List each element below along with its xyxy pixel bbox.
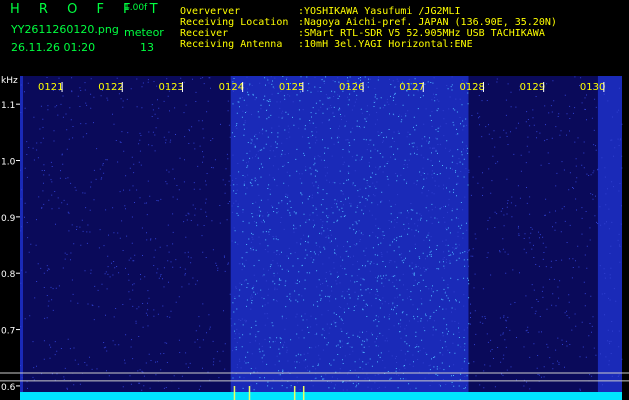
meteor-spike bbox=[248, 386, 251, 400]
info-location: Receiving Location:Nagoya Aichi-pref. JA… bbox=[180, 17, 557, 28]
mode-label: meteor bbox=[124, 26, 164, 39]
info-receiver: Receiver:SMart RTL-SDR V5 52.905MHz USB … bbox=[180, 28, 545, 39]
y-tick-label: 1.0 bbox=[1, 158, 16, 168]
header: H R O F F T 1.00f YY2611260120.png meteo… bbox=[0, 0, 629, 76]
bright-noise-region bbox=[20, 76, 24, 400]
datetime: 26.11.26 01:20 bbox=[11, 41, 96, 54]
x-tick-label: 0124 bbox=[219, 82, 244, 93]
x-tick-label: 0128 bbox=[459, 82, 484, 93]
y-tick-label: 1.1 bbox=[1, 101, 15, 111]
image-filename: YY2611260120.png bbox=[11, 23, 119, 36]
x-tick-label: 0130 bbox=[580, 82, 605, 93]
meteor-spike bbox=[302, 386, 305, 400]
info-antenna: Receiving Antenna:10mH 3el.YAGI Horizont… bbox=[180, 39, 473, 50]
y-tick-label: 0.7 bbox=[1, 327, 15, 337]
x-tick-label: 0125 bbox=[279, 82, 304, 93]
meteor-spike bbox=[233, 386, 236, 400]
y-axis-label: kHz bbox=[1, 76, 18, 86]
y-tick-label: 0.9 bbox=[1, 214, 16, 224]
x-tick-label: 0129 bbox=[520, 82, 545, 93]
x-tick-label: 0126 bbox=[339, 82, 364, 93]
x-tick-label: 0123 bbox=[158, 82, 183, 93]
spectrogram: 0121 0122 0123 0124 0125 0126 0127 0128 0129 0130… bbox=[0, 76, 629, 400]
noise-layer bbox=[20, 76, 623, 400]
app-version: 1.00f bbox=[124, 3, 148, 13]
bright-noise-region bbox=[230, 76, 469, 400]
y-tick-label: 0.8 bbox=[1, 270, 16, 280]
meteor-count: 13 bbox=[140, 41, 154, 54]
station-info: Oververver:YOSHIKAWA Yasufumi /JG2MLI Re… bbox=[180, 6, 557, 50]
x-tick-label: 0121 bbox=[38, 82, 63, 93]
spectrogram-svg: 0121 0122 0123 0124 0125 0126 0127 0128 0129 0130… bbox=[0, 76, 629, 400]
meteor-spike bbox=[293, 386, 296, 400]
bright-noise-region bbox=[597, 76, 622, 400]
x-tick-label: 0127 bbox=[399, 82, 424, 93]
y-tick-label: 0.6 bbox=[1, 383, 16, 393]
x-tick-label: 0122 bbox=[98, 82, 123, 93]
carrier-band bbox=[20, 392, 622, 400]
info-observer: Oververver:YOSHIKAWA Yasufumi /JG2MLI bbox=[180, 6, 461, 17]
